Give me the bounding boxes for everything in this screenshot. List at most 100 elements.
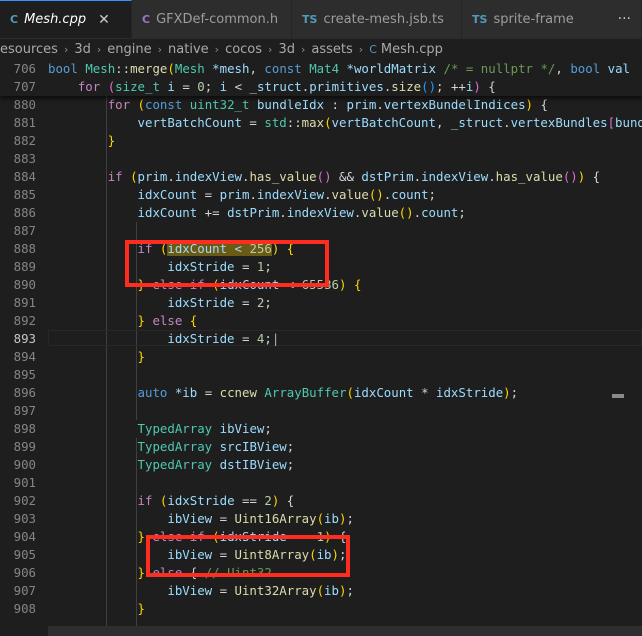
- breadcrumb-item[interactable]: engine: [107, 42, 151, 57]
- code-token: Mesh: [85, 61, 116, 76]
- code-line[interactable]: 902 if (idxStride == 2) {: [0, 492, 642, 510]
- breadcrumb-item[interactable]: cocos: [225, 42, 262, 57]
- code-token: ibView: [219, 421, 265, 436]
- line-number: 895: [13, 367, 36, 382]
- breadcrumb-item[interactable]: 3d: [74, 42, 91, 57]
- chevron-right-icon: ›: [214, 42, 220, 56]
- code-line[interactable]: 707 for (size_t i = 0; i < _struct.primi…: [0, 78, 642, 96]
- code-token: if: [107, 169, 123, 184]
- code-line[interactable]: 901: [0, 474, 642, 492]
- line-number: 904: [13, 529, 36, 544]
- chevron-right-icon: ›: [300, 42, 306, 56]
- more-actions-icon[interactable]: ···: [618, 11, 631, 27]
- line-number: 908: [13, 601, 36, 616]
- code-token: bool: [570, 61, 601, 76]
- breadcrumb-item[interactable]: native: [168, 42, 209, 57]
- code-line[interactable]: 883: [0, 150, 642, 168]
- code-line[interactable]: 880 for (const uint32_t bundleIdx : prim…: [0, 96, 642, 114]
- code-line[interactable]: 895: [0, 366, 642, 384]
- code-line[interactable]: 706 bool Mesh::merge(Mesh *mesh, const Ma…: [0, 60, 642, 78]
- code-token: *ib: [174, 385, 198, 400]
- code-token: .: [279, 205, 287, 220]
- code-line[interactable]: 891 idxStride = 2;: [0, 294, 642, 312]
- line-code: bool Mesh::merge(Mesh *mesh, const Mat4 …: [48, 60, 630, 78]
- code-line[interactable]: 897: [0, 402, 642, 420]
- code-token: ): [503, 385, 511, 400]
- horizontal-scrollbar[interactable]: [48, 626, 642, 636]
- code-token: ,: [249, 61, 265, 76]
- code-token: has_value: [249, 169, 317, 184]
- code-line[interactable]: 882 }: [0, 132, 642, 150]
- code-line[interactable]: 881 vertBatchCount = std::max(vertBatchC…: [0, 114, 642, 132]
- code-line[interactable]: 900 TypedArray dstIBView;: [0, 456, 642, 474]
- line-code: TypedArray dstIBView;: [48, 456, 295, 474]
- line-code: for (size_t i = 0; i < _struct.primitive…: [48, 78, 496, 96]
- code-line[interactable]: 885 idxCount = prim.indexView.value().co…: [0, 186, 642, 204]
- code-token: ccnew: [219, 385, 257, 400]
- code-line[interactable]: 893 idxStride = 4;|: [0, 330, 642, 348]
- code-line[interactable]: 886 idxCount += dstPrim.indexView.value(…: [0, 204, 642, 222]
- code-token: }: [137, 601, 145, 616]
- line-number: 881: [13, 115, 36, 130]
- code-token: [: [607, 115, 616, 130]
- breadcrumb-item[interactable]: esources: [0, 42, 58, 57]
- code-token: primitives: [309, 79, 384, 94]
- line-code: TypedArray srcIBView;: [48, 438, 295, 456]
- breadcrumb-item[interactable]: 3d: [278, 42, 295, 57]
- code-token: (: [324, 115, 332, 130]
- code-token: ): [473, 79, 481, 94]
- breadcrumb-file[interactable]: Mesh.cpp: [381, 42, 443, 57]
- code-line[interactable]: 899 TypedArray srcIBView;: [0, 438, 642, 456]
- code-token: {: [533, 97, 548, 112]
- code-token: vertBatchCount: [137, 115, 242, 130]
- code-token: {: [279, 493, 295, 508]
- code-token: bund: [615, 115, 642, 130]
- code-line[interactable]: 903 ibView = Uint16Array(ib);: [0, 510, 642, 528]
- chevron-right-icon: ›: [268, 42, 273, 56]
- code-line[interactable]: 908 }: [0, 600, 642, 618]
- code-token: .: [249, 187, 257, 202]
- code-token: (: [137, 97, 146, 112]
- code-line[interactable]: 894 }: [0, 348, 642, 366]
- close-icon[interactable]: ✕: [98, 12, 110, 28]
- code-line[interactable]: 907 ibView = Uint32Array(ib);: [0, 582, 642, 600]
- tab-gfxdef-common-h[interactable]: C GFXDef-common.h: [132, 0, 292, 38]
- code-token: (: [346, 385, 354, 400]
- code-token: .: [503, 115, 511, 130]
- tab-mesh-cpp[interactable]: C Mesh.cpp ✕: [0, 0, 132, 38]
- code-line[interactable]: 887: [0, 222, 642, 240]
- code-line[interactable]: 898 TypedArray ibView;: [0, 420, 642, 438]
- code-token: merge: [130, 61, 168, 76]
- code-line[interactable]: 896 auto *ib = ccnew ArrayBuffer(idxCoun…: [0, 384, 642, 402]
- editor-tab-bar: C Mesh.cpp ✕ C GFXDef-common.h TS create-mesh.…: [0, 0, 642, 39]
- code-token: ib: [324, 583, 339, 598]
- code-token: }: [137, 529, 145, 544]
- tab-label: sprite-frame: [493, 11, 574, 27]
- code-token: idxStride: [167, 331, 235, 346]
- tab-create-mesh-jsb-ts[interactable]: TS create-mesh.jsb.ts: [292, 0, 462, 38]
- line-number: 893: [13, 331, 36, 346]
- breadcrumb-item[interactable]: assets: [311, 42, 352, 57]
- tab-label: GFXDef-common.h: [156, 11, 279, 27]
- tab-sprite-frame[interactable]: TS sprite-frame ···: [462, 0, 642, 38]
- code-line[interactable]: 892 } else {: [0, 312, 642, 330]
- code-line[interactable]: 884 if (prim.indexView.has_value() && ds…: [0, 168, 642, 186]
- line-code: idxStride = 4;|: [48, 330, 279, 348]
- chevron-right-icon: ›: [358, 42, 364, 56]
- code-token: prim: [346, 97, 377, 112]
- line-number: 903: [13, 511, 36, 526]
- code-token: Mesh: [174, 61, 205, 76]
- code-token: =: [234, 295, 257, 310]
